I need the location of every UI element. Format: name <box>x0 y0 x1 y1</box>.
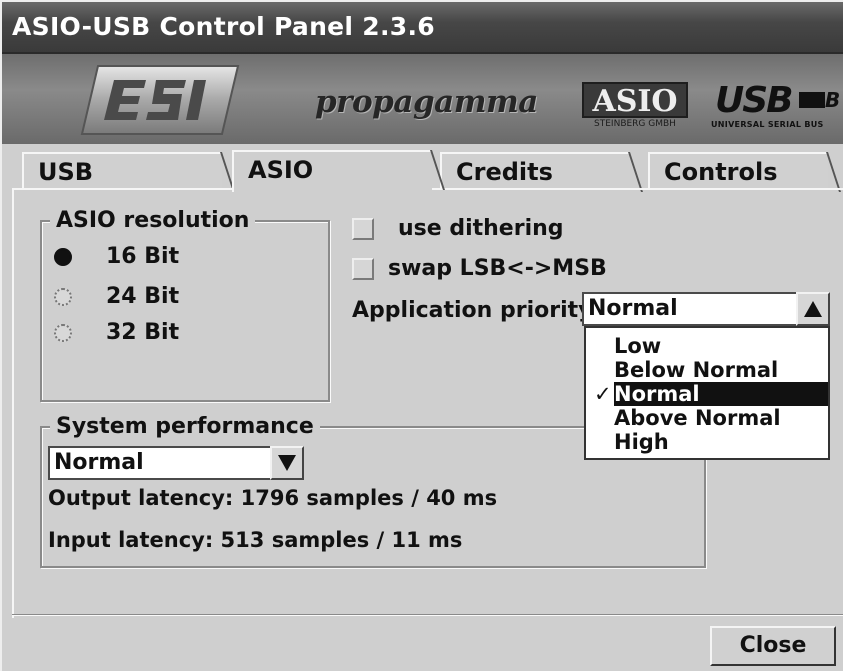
usb-logo: USB B UNIVERSAL SERIAL BUS <box>707 80 843 136</box>
usb-logo-subtext: UNIVERSAL SERIAL BUS <box>711 120 824 129</box>
tab-credits[interactable]: Credits <box>440 152 657 192</box>
tab-controls[interactable]: Controls <box>648 152 843 192</box>
asio-logo-text: ASIO <box>582 82 688 119</box>
radio-unselected-icon <box>54 288 72 306</box>
tab-controls-label: Controls <box>664 158 778 186</box>
checkbox-icon <box>352 258 374 280</box>
title-bar[interactable]: ASIO-USB Control Panel 2.3.6 <box>2 2 843 54</box>
radio-24-bit-label: 24 Bit <box>106 284 180 309</box>
radio-selected-icon <box>54 248 72 266</box>
asio-resolution-legend: ASIO resolution <box>50 208 256 233</box>
priority-option-normal[interactable]: Normal <box>614 382 828 406</box>
propagamma-logo: propagamma <box>315 84 538 120</box>
priority-option-low[interactable]: Low <box>586 334 828 358</box>
input-latency-text: Input latency: 513 samples / 11 ms <box>48 528 463 552</box>
logo-banner: propagamma ASIO STEINBERG GMBH USB B UNI… <box>2 54 843 144</box>
output-latency-text: Output latency: 1796 samples / 40 ms <box>48 486 498 510</box>
esi-logo <box>80 65 240 135</box>
usb-plug-icon <box>799 92 825 108</box>
application-priority-select[interactable]: Normal <box>582 292 830 326</box>
usb-logo-b: B <box>825 88 841 112</box>
swap-lsb-msb-label: swap LSB<->MSB <box>388 256 607 281</box>
asio-logo: ASIO STEINBERG GMBH <box>582 82 688 138</box>
close-button[interactable]: Close <box>710 626 836 666</box>
control-panel-window: ASIO-USB Control Panel 2.3.6 propagamma … <box>0 0 843 671</box>
radio-unselected-icon <box>54 324 72 342</box>
usb-logo-text: USB <box>715 80 794 121</box>
system-performance-value: Normal <box>54 450 144 475</box>
priority-option-below-normal-label: Below Normal <box>614 358 779 382</box>
close-button-label: Close <box>739 633 807 658</box>
tab-usb-label: USB <box>38 158 94 186</box>
propagamma-logo-text: propagamma <box>315 84 538 120</box>
checkbox-icon <box>352 218 374 240</box>
application-priority-dropdown-list: Low Below Normal Normal ✓ Above Normal H… <box>584 326 830 460</box>
radio-16-bit-label: 16 Bit <box>106 244 180 269</box>
application-priority-value: Normal <box>588 296 678 321</box>
triangle-up-icon <box>804 301 822 317</box>
application-priority-label: Application priority: <box>352 298 602 323</box>
asio-resolution-group: ASIO resolution <box>40 208 330 402</box>
system-performance-legend: System performance <box>50 414 320 439</box>
application-priority-dropdown-button[interactable] <box>796 292 830 326</box>
tab-credits-label: Credits <box>456 158 553 186</box>
checkmark-icon: ✓ <box>594 382 612 406</box>
tab-asio-label: ASIO <box>248 156 314 184</box>
radio-32-bit-label: 32 Bit <box>106 320 180 345</box>
priority-option-low-label: Low <box>614 334 662 358</box>
footer-separator <box>12 614 843 616</box>
priority-option-high-label: High <box>614 430 669 454</box>
priority-option-high[interactable]: High <box>586 430 828 454</box>
asio-logo-subtext: STEINBERG GMBH <box>594 119 676 129</box>
tab-controls-edge <box>826 152 843 192</box>
window-title: ASIO-USB Control Panel 2.3.6 <box>12 12 435 41</box>
priority-option-normal-label: Normal <box>614 382 700 406</box>
system-performance-select[interactable]: Normal <box>48 446 304 480</box>
tab-strip: USB ASIO Credits Controls <box>2 144 843 192</box>
priority-option-above-normal[interactable]: Above Normal <box>586 406 828 430</box>
triangle-down-icon <box>278 455 296 471</box>
tab-usb[interactable]: USB <box>22 152 249 192</box>
priority-option-above-normal-label: Above Normal <box>614 406 781 430</box>
use-dithering-label: use dithering <box>398 216 564 241</box>
system-performance-dropdown-button[interactable] <box>270 446 304 480</box>
tab-asio[interactable]: ASIO <box>232 150 459 192</box>
priority-option-below-normal[interactable]: Below Normal <box>586 358 828 382</box>
